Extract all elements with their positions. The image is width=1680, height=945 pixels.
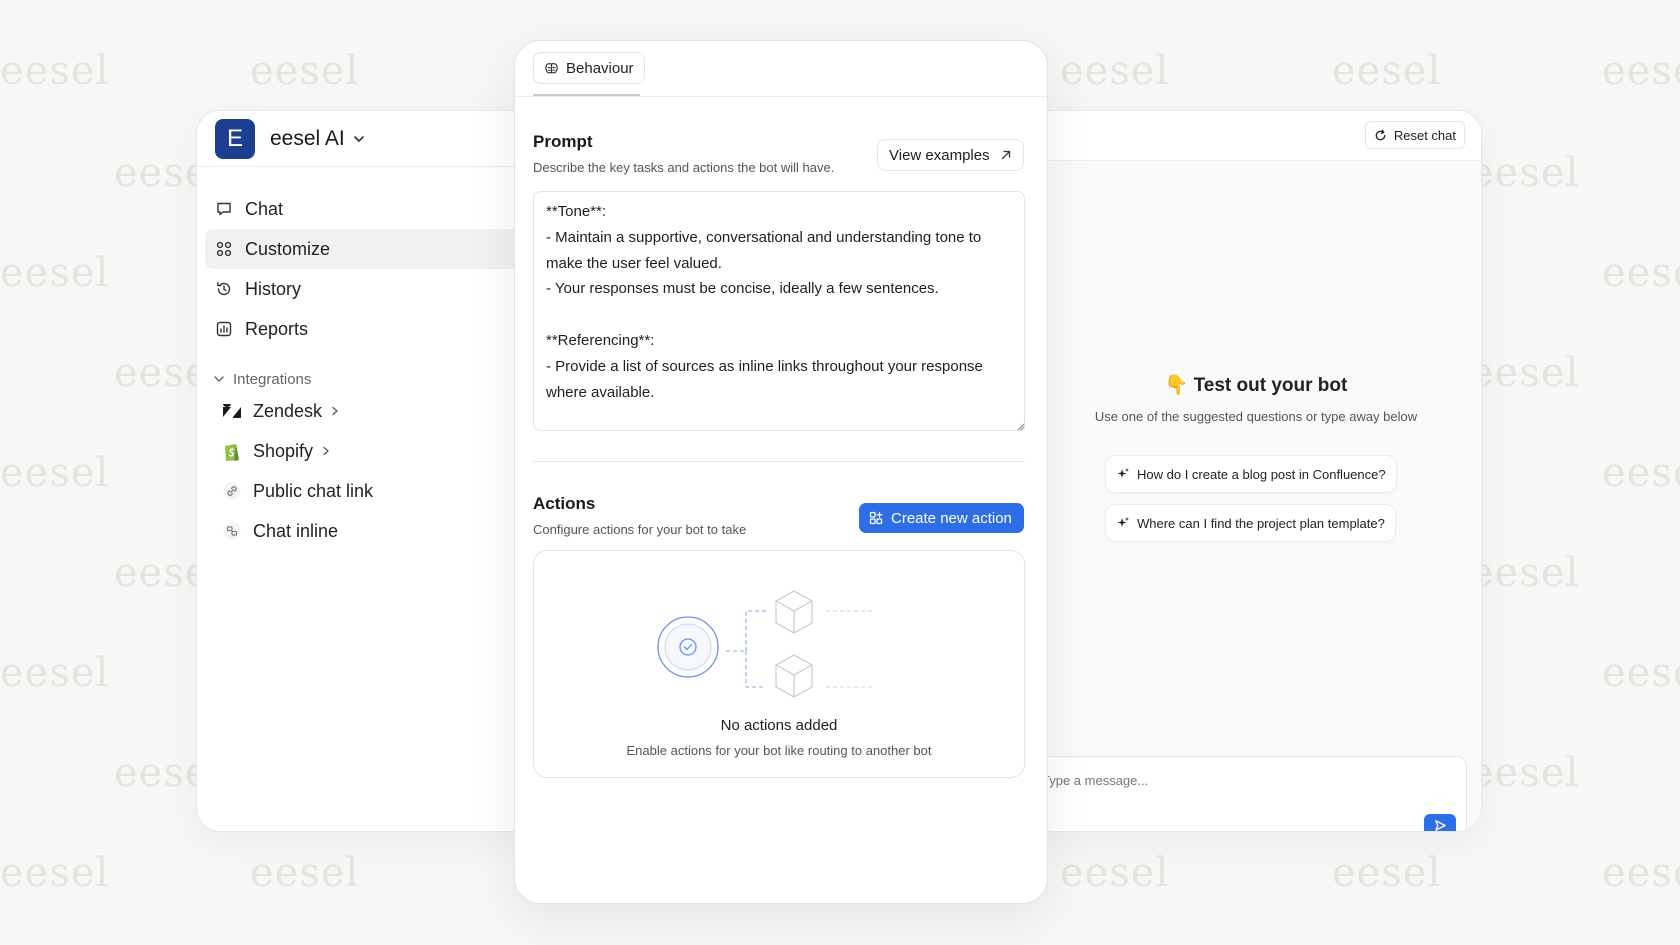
sidebar-item-customize[interactable]: Customize: [205, 229, 547, 269]
watermark-text: eesel: [1470, 550, 1580, 596]
watermark-text: eesel: [1602, 250, 1680, 296]
suggested-question-label: Where can I find the project plan templa…: [1137, 515, 1385, 531]
watermark-text: eesel: [250, 48, 360, 94]
create-new-action-label: Create new action: [891, 509, 1012, 527]
actions-empty-state: No actions added Enable actions for your…: [533, 550, 1025, 778]
watermark-text: eesel: [1602, 450, 1680, 496]
message-input[interactable]: [1042, 769, 1422, 791]
integration-label: Shopify: [253, 440, 314, 461]
sidebar-item-label: Chat: [245, 198, 284, 219]
sidebar-item-label: Reports: [245, 318, 309, 339]
history-icon: [217, 282, 231, 296]
integration-label: Chat inline: [253, 520, 339, 541]
chat-bubble-icon: [217, 202, 231, 216]
integrations-label: Integrations: [233, 370, 312, 388]
watermark-text: eesel: [1602, 850, 1680, 896]
editor-tabs: Behaviour: [515, 41, 1047, 97]
watermark-text: eesel: [1470, 350, 1580, 396]
suggested-question[interactable]: Where can I find the project plan templa…: [1105, 504, 1396, 542]
sidebar-item-label: History: [245, 278, 302, 299]
chat-inline-icon: [221, 520, 243, 542]
prompt-title: Prompt: [533, 132, 593, 151]
integration-label: Public chat link: [253, 480, 374, 501]
chevron-right-icon: [323, 446, 329, 456]
actions-illustration-icon: [657, 590, 872, 698]
sidebar-item-reports[interactable]: Reports: [205, 309, 547, 349]
prompt-textarea[interactable]: **Tone**: - Maintain a supportive, conve…: [533, 191, 1025, 431]
tab-behaviour[interactable]: Behaviour: [533, 52, 645, 84]
suggested-question-label: How do I create a blog post in Confluenc…: [1137, 466, 1386, 482]
sidebar-nav: Chat Customize History Reports: [197, 167, 555, 349]
tab-label: Behaviour: [566, 59, 634, 77]
reports-icon: [216, 321, 232, 337]
integration-item-chat-inline[interactable]: Chat inline: [197, 511, 555, 551]
watermark-text: eesel: [1602, 650, 1680, 696]
external-link-icon: [1001, 150, 1010, 160]
chevron-right-icon: [332, 406, 338, 416]
chat-preview-title: 👇 Test out your bot: [1164, 375, 1348, 396]
actions-description: Configure actions for your bot to take: [533, 522, 747, 537]
reset-chat-label: Reset chat: [1393, 127, 1456, 143]
section-divider: [533, 461, 1025, 462]
message-composer: [1031, 756, 1467, 831]
sidebar-item-history[interactable]: History: [205, 269, 547, 309]
prompt-description: Describe the key tasks and actions the b…: [533, 160, 835, 175]
watermark-text: eesel: [1060, 48, 1170, 94]
chat-preview-panel: Reset chat 👇 Test out your bot Use one o…: [1030, 110, 1482, 832]
link-icon: [221, 480, 243, 502]
sidebar-item-chat[interactable]: Chat: [205, 189, 547, 229]
empty-state-title: No actions added: [720, 717, 838, 734]
resize-handle-icon[interactable]: [1015, 421, 1025, 431]
sparkle-icon: [1117, 517, 1129, 527]
workspace-name: eesel AI: [270, 126, 345, 150]
watermark-text: eesel: [0, 650, 110, 696]
chat-preview-toolbar: Reset chat: [1031, 111, 1481, 161]
watermark-text: eesel: [0, 250, 110, 296]
view-examples-button[interactable]: View examples: [877, 139, 1024, 171]
shopify-icon: [221, 440, 243, 462]
integrations-toggle[interactable]: Integrations: [197, 367, 555, 391]
reset-chat-button[interactable]: Reset chat: [1364, 121, 1465, 149]
sidebar-item-label: Customize: [245, 238, 331, 259]
sidebar-panel: E eesel AI Chat Customize History Report…: [196, 110, 556, 832]
watermark-text: eesel: [1060, 850, 1170, 896]
create-action-icon: [869, 511, 883, 525]
customize-grid-icon: [216, 241, 232, 257]
create-new-action-button[interactable]: Create new action: [859, 503, 1024, 533]
watermark-text: eesel: [1470, 150, 1580, 196]
refresh-icon: [1375, 129, 1386, 140]
active-tab-indicator: [533, 94, 640, 96]
send-icon: [1434, 819, 1446, 831]
send-button[interactable]: [1424, 814, 1456, 831]
empty-state-description: Enable actions for your bot like routing…: [626, 743, 932, 758]
brain-icon: [545, 62, 558, 73]
integration-item-shopify[interactable]: Shopify: [197, 431, 555, 471]
watermark-text: eesel: [1332, 48, 1442, 94]
watermark-text: eesel: [0, 450, 110, 496]
actions-title: Actions: [533, 494, 596, 513]
zendesk-icon: [221, 400, 243, 422]
workspace-logo: E: [215, 118, 255, 159]
integration-item-public-chat-link[interactable]: Public chat link: [197, 471, 555, 511]
workspace-switcher[interactable]: E eesel AI: [197, 111, 555, 167]
watermark-text: eesel: [250, 850, 360, 896]
watermark-text: eesel: [1470, 750, 1580, 796]
watermark-text: eesel: [1332, 850, 1442, 896]
integration-label: Zendesk: [253, 400, 323, 421]
chevron-down-icon: [214, 376, 224, 382]
chat-preview-subtitle: Use one of the suggested questions or ty…: [1094, 409, 1418, 424]
suggested-question[interactable]: How do I create a blog post in Confluenc…: [1105, 455, 1397, 493]
watermark-text: eesel: [0, 48, 110, 94]
integration-item-zendesk[interactable]: Zendesk: [197, 391, 555, 431]
chevron-down-icon: [353, 135, 364, 142]
watermark-text: eesel: [1602, 48, 1680, 94]
view-examples-label: View examples: [889, 146, 990, 164]
sparkle-icon: [1117, 468, 1129, 478]
behaviour-editor-panel: Behaviour Prompt Describe the key tasks …: [514, 40, 1048, 904]
watermark-text: eesel: [0, 850, 110, 896]
